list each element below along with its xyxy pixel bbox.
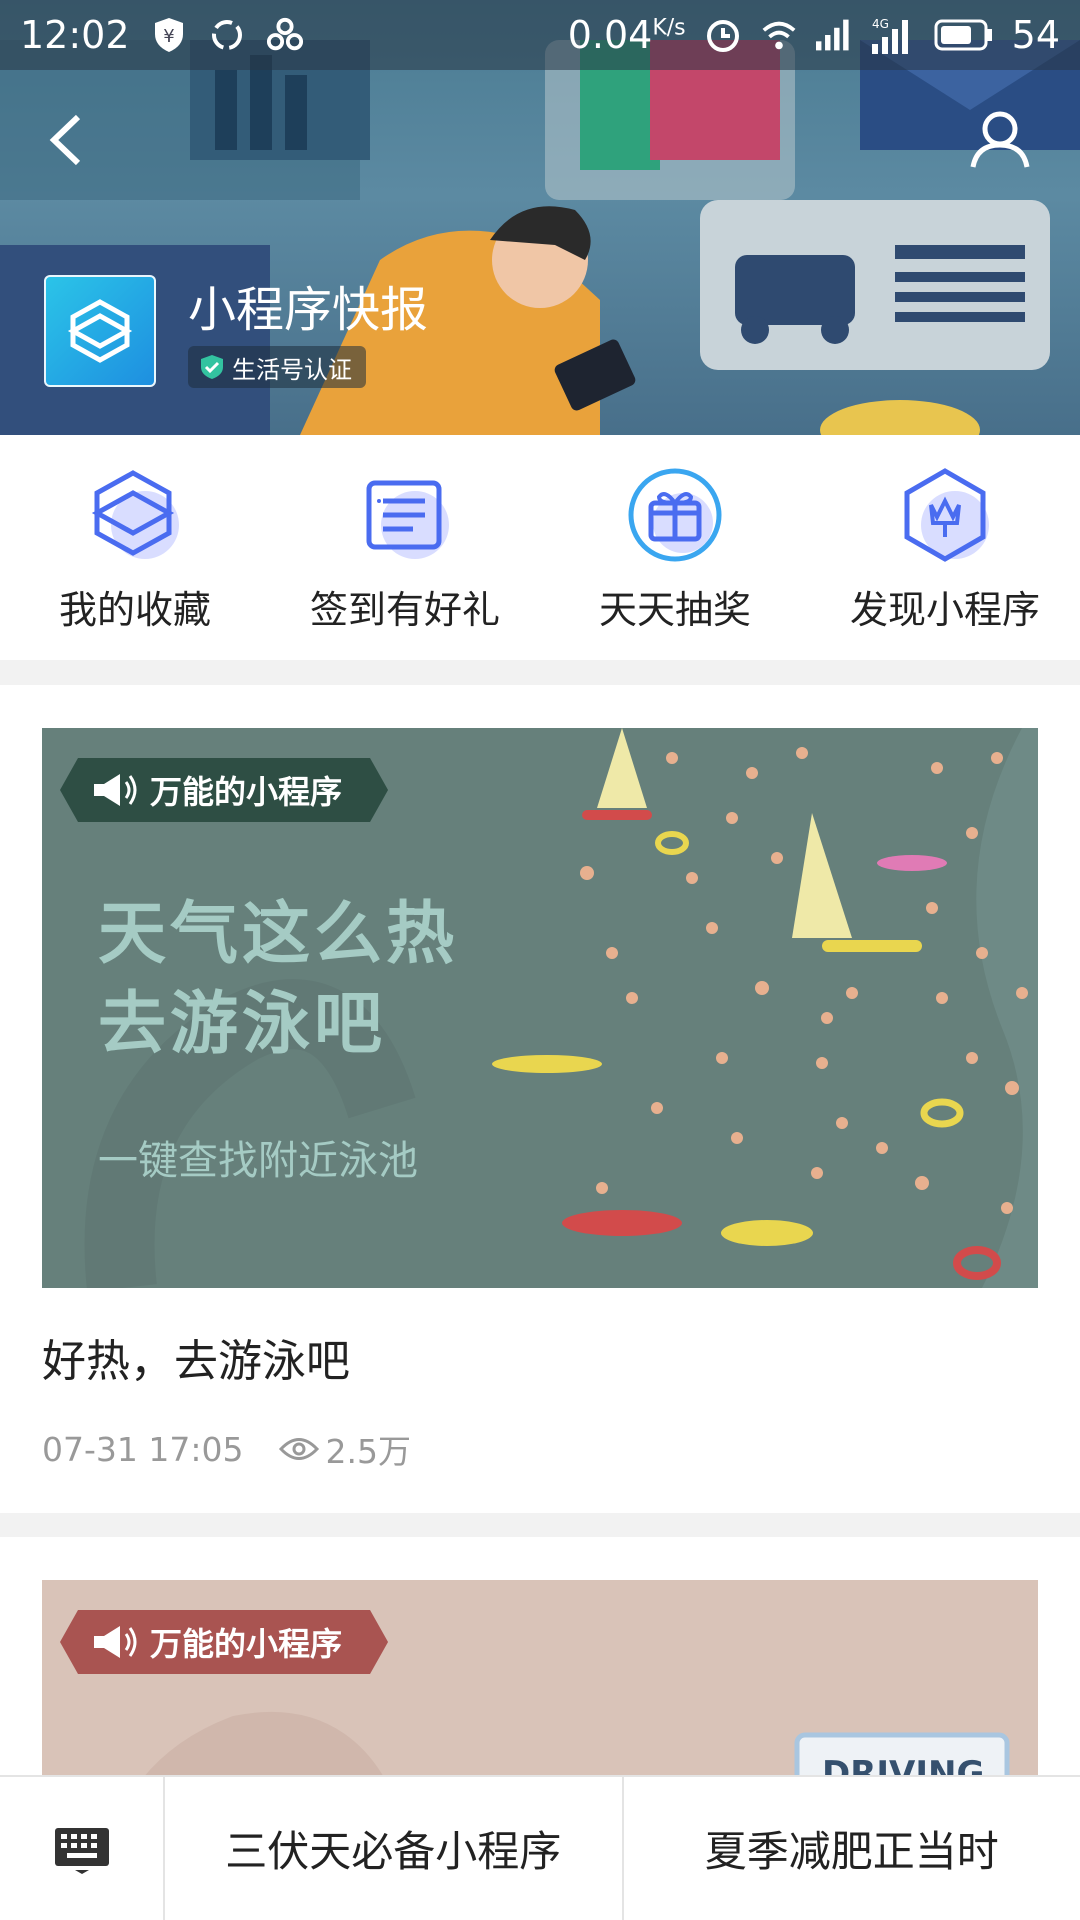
checkin-icon — [366, 480, 449, 559]
article-time: 07-31 17:05 — [42, 1429, 244, 1469]
user-icon — [970, 111, 1030, 168]
eye-icon — [279, 1438, 320, 1460]
svg-text:4G: 4G — [872, 17, 889, 31]
cube-logo-icon — [67, 299, 133, 363]
keyboard-toggle-button[interactable] — [0, 1777, 165, 1920]
svg-text:¥: ¥ — [163, 26, 174, 47]
app-logo — [44, 275, 156, 387]
link-icon — [266, 16, 304, 54]
megaphone-icon — [90, 1624, 138, 1660]
gift-icon — [628, 468, 722, 562]
wifi-icon — [760, 16, 798, 54]
article-title[interactable]: 好热，去游泳吧 — [42, 1325, 350, 1389]
bottom-menu-bar: 三伏天必备小程序 夏季减肥正当时 — [0, 1775, 1080, 1920]
signal-icon — [815, 16, 854, 54]
article-card[interactable]: 万能的小程序 天气这么热 去游泳吧 一键查找附近泳池 好热，去游泳吧 07-31… — [0, 685, 1080, 1513]
article-meta: 07-31 17:05 2.5万 — [42, 1425, 411, 1473]
battery-level: 54 — [1011, 13, 1060, 57]
verified-shield-icon — [201, 355, 223, 379]
action-checkin[interactable]: 签到有好礼 — [270, 435, 540, 660]
app-name: 小程序快报 — [188, 282, 429, 338]
article-category-tag: 万能的小程序 — [60, 1610, 388, 1674]
verified-badge: 生活号认证 — [188, 346, 366, 388]
status-time: 12:02 — [20, 13, 130, 57]
banner-subheadline: 一键查找附近泳池 — [98, 1138, 418, 1184]
status-bar: 12:02 ¥ 0.04K/s 4G 54 — [0, 0, 1080, 70]
battery-icon — [934, 16, 994, 54]
action-discover-miniapps[interactable]: 发现小程序 — [810, 435, 1080, 660]
banner-headline-2: 去游泳吧 — [98, 985, 387, 1064]
article-category-tag: 万能的小程序 — [60, 758, 388, 822]
action-my-collection[interactable]: 我的收藏 — [0, 435, 270, 660]
quick-actions: 我的收藏 签到有好礼 天天抽奖 发现小程序 — [0, 435, 1080, 660]
chevron-left-icon — [49, 114, 81, 166]
bottom-menu-item-summer-diet[interactable]: 夏季减肥正当时 — [621, 1777, 1080, 1920]
discover-icon — [904, 468, 989, 562]
megaphone-icon — [90, 772, 138, 808]
net-speed: 0.04K/s — [567, 13, 686, 57]
bottom-menu-item-summer-apps[interactable]: 三伏天必备小程序 — [165, 1777, 622, 1920]
sync-icon — [208, 16, 246, 54]
shield-icon: ¥ — [150, 16, 188, 54]
collection-icon — [91, 470, 179, 559]
alarm-icon — [704, 16, 742, 54]
article-banner[interactable]: 万能的小程序 天气这么热 去游泳吧 一键查找附近泳池 — [42, 728, 1038, 1288]
profile-button[interactable] — [965, 105, 1035, 175]
back-button[interactable] — [40, 105, 100, 175]
signal-4g-icon: 4G — [871, 16, 916, 54]
banner-headline-1: 天气这么热 — [98, 895, 459, 974]
action-daily-lottery[interactable]: 天天抽奖 — [540, 435, 810, 660]
keyboard-icon — [54, 1827, 109, 1874]
header-banner: 12:02 ¥ 0.04K/s 4G 54 小程序快报 生活号认证 — [0, 0, 1080, 435]
article-views: 2.5万 — [279, 1425, 411, 1473]
